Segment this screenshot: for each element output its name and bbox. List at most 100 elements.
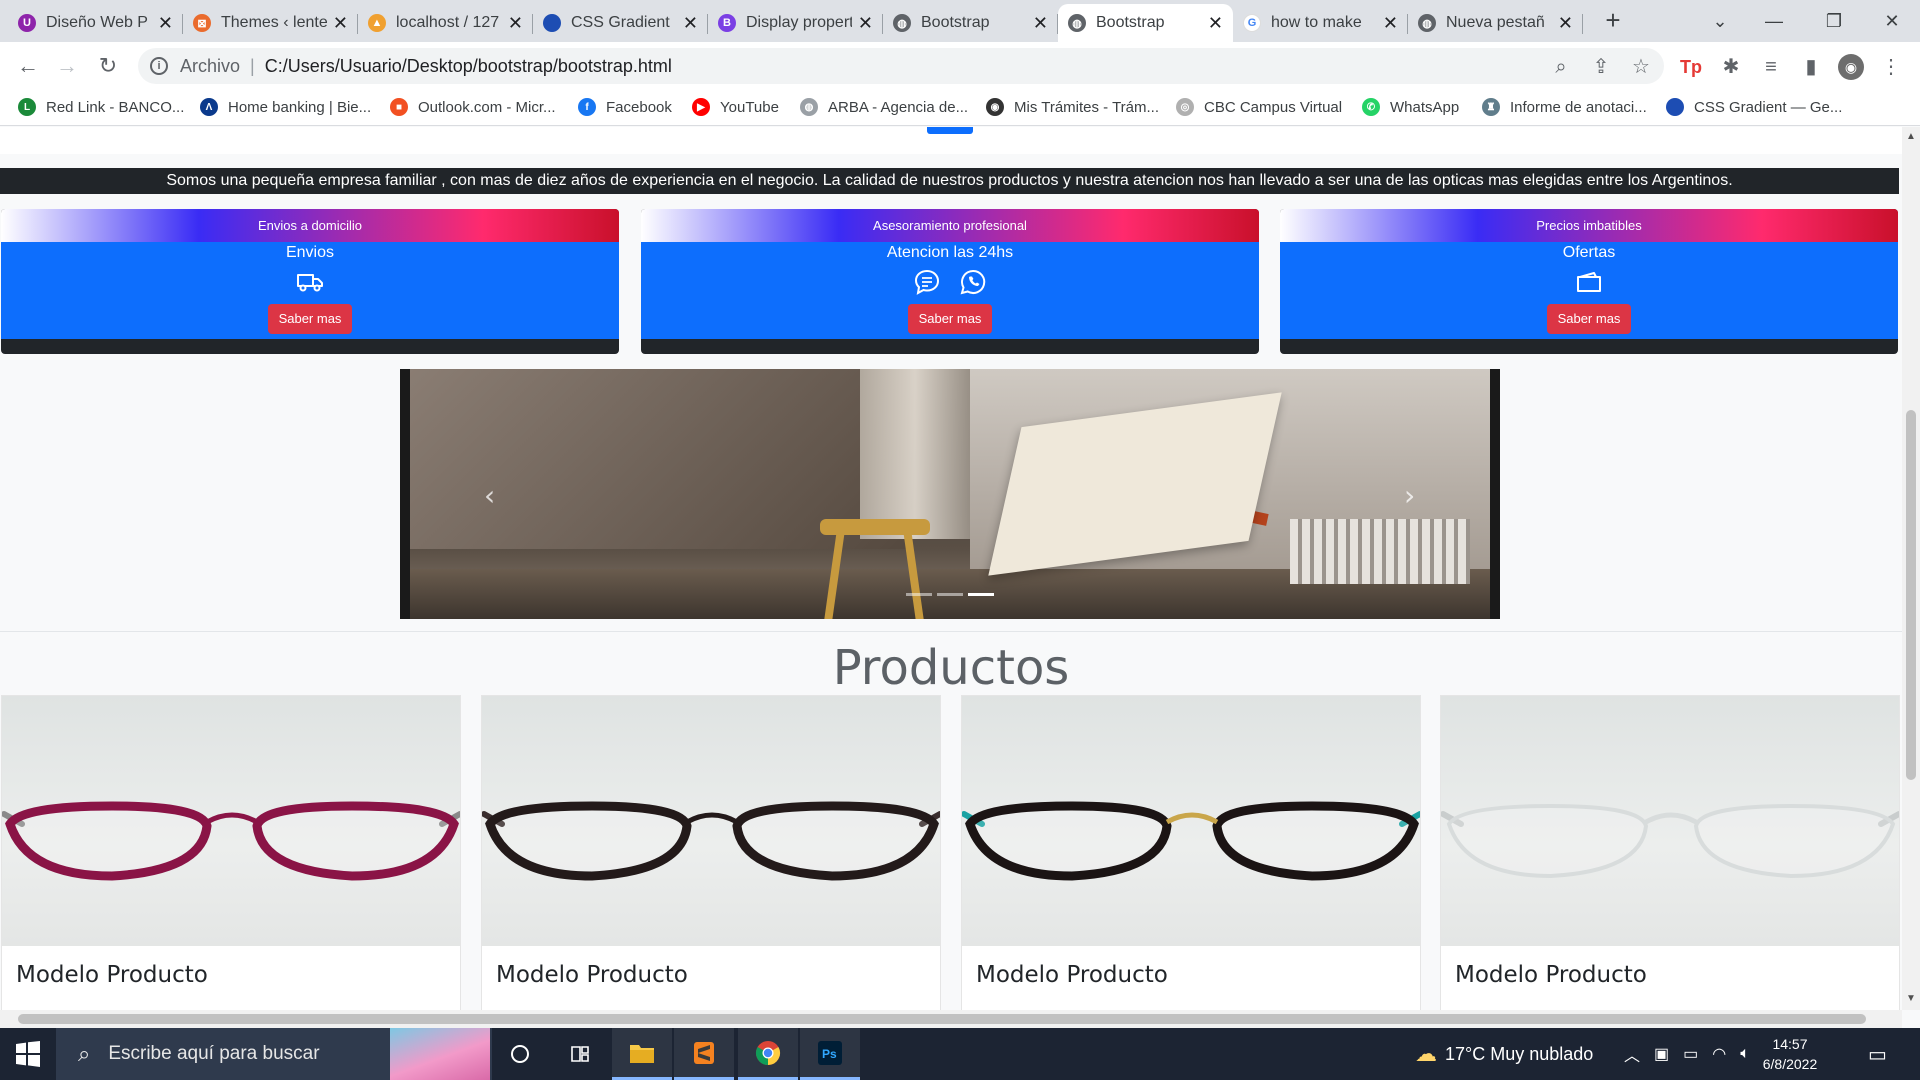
carousel-indicator-3[interactable] (968, 593, 994, 596)
tab-close-icon[interactable]: ✕ (158, 13, 173, 34)
clock[interactable]: 14:57 6/8/2022 (1745, 1034, 1835, 1074)
bookmark-item[interactable]: ◎ CBC Campus Virtual (1176, 98, 1342, 116)
horizontal-scrollbar[interactable] (0, 1010, 1902, 1028)
bookmark-item[interactable]: ▶ YouTube (692, 98, 779, 116)
tab-close-icon[interactable]: ✕ (1208, 13, 1223, 34)
saber-mas-button[interactable]: Saber mas (907, 304, 993, 334)
task-view-cortana-icon[interactable] (490, 1028, 550, 1080)
bookmark-item[interactable]: CSS Gradient — Ge... (1666, 98, 1842, 116)
card-title: Envios (285, 244, 335, 261)
wifi-icon[interactable]: ◠ (1712, 1044, 1726, 1064)
close-window-button[interactable]: ✕ (1862, 0, 1920, 42)
about-banner: Somos una pequeña empresa familiar , con… (0, 168, 1899, 194)
reload-button[interactable]: ↻ (94, 52, 122, 80)
browser-tab[interactable]: U Diseño Web P ✕ (8, 4, 183, 42)
browser-tab[interactable]: ⊠ Themes ‹ lente ✕ (183, 4, 358, 42)
profile-avatar[interactable]: ◉ (1838, 54, 1864, 80)
back-button[interactable]: ← (14, 52, 42, 80)
tab-close-icon[interactable]: ✕ (508, 13, 523, 34)
truck-icon (297, 274, 323, 292)
address-bar[interactable]: i Archivo | C:/Users/Usuario/Desktop/boo… (138, 48, 1664, 84)
scroll-thumb[interactable] (1906, 410, 1916, 780)
browser-tab[interactable]: Ghow to make ✕ (1233, 4, 1408, 42)
scroll-thumb[interactable] (18, 1014, 1866, 1024)
site-info-icon[interactable]: i (150, 57, 168, 75)
bookmark-item[interactable]: Λ Home banking | Bie... (200, 98, 371, 116)
bookmark-favicon-icon: ♜ (1482, 98, 1500, 116)
notifications-icon[interactable]: ▭ (1868, 1028, 1887, 1080)
scroll-up-arrow[interactable]: ▲ (1906, 131, 1916, 142)
tab-favicon-icon: ◍ (1068, 14, 1086, 32)
extensions-puzzle-icon[interactable]: ✱ (1718, 54, 1744, 80)
carousel-prev-button[interactable]: ‹ (484, 479, 495, 512)
chrome-icon[interactable] (738, 1028, 798, 1080)
tab-close-icon[interactable]: ✕ (1033, 13, 1048, 34)
browser-tab[interactable]: ◍ Nueva pestañ ✕ (1408, 4, 1583, 42)
scroll-down-arrow[interactable]: ▼ (1906, 993, 1916, 1004)
tab-close-icon[interactable]: ✕ (683, 13, 698, 34)
bookmark-item[interactable]: ■ Outlook.com - Micr... (390, 98, 556, 116)
chevron-up-icon[interactable]: ︿ (1624, 1042, 1640, 1066)
extension-tp-icon[interactable]: Tp (1678, 54, 1704, 80)
tab-search-icon[interactable]: ⌄ (1690, 0, 1750, 42)
product-card[interactable]: Modelo Producto (481, 695, 941, 1010)
bookmark-favicon-icon: ✆ (1362, 98, 1380, 116)
file-explorer-icon[interactable] (612, 1028, 672, 1080)
service-card-precios: Precios imbatibles Ofertas Saber mas (1280, 209, 1898, 354)
svg-text:Ps: Ps (822, 1047, 837, 1061)
windows-start-icon[interactable] (14, 1040, 42, 1068)
product-card[interactable]: Modelo Producto (961, 695, 1421, 1010)
battery-icon[interactable]: ▭ (1683, 1044, 1698, 1064)
bookmark-favicon-icon: ◎ (1176, 98, 1194, 116)
browser-tab[interactable]: B Display propert ✕ (708, 4, 883, 42)
vertical-scrollbar[interactable]: ▲ ▼ (1902, 127, 1920, 1010)
bookmark-favicon-icon (1666, 98, 1684, 116)
carousel-next-button[interactable]: › (1404, 479, 1415, 512)
bookmark-item[interactable]: ✆ WhatsApp (1362, 98, 1459, 116)
forward-button[interactable]: → (53, 52, 81, 80)
product-name: Modelo Producto (976, 962, 1168, 988)
minimize-button[interactable]: — (1744, 0, 1804, 42)
address-url[interactable]: C:/Users/Usuario/Desktop/bootstrap/boots… (265, 56, 672, 77)
bookmark-item[interactable]: L Red Link - BANCO... (18, 98, 184, 116)
tab-favicon-icon: ◍ (1418, 14, 1436, 32)
sublime-text-icon[interactable] (674, 1028, 734, 1080)
task-view-icon[interactable] (550, 1028, 610, 1080)
saber-mas-button[interactable]: Saber mas (267, 304, 353, 334)
browser-tab[interactable]: ◍ Bootstrap ✕ (883, 4, 1058, 42)
product-card[interactable]: Modelo Producto (1, 695, 461, 1010)
page-viewport: Somos una pequeña empresa familiar , con… (0, 127, 1902, 1010)
photoshop-icon[interactable]: Ps (800, 1028, 860, 1080)
browser-tab[interactable]: ◍ Bootstrap ✕ (1058, 4, 1233, 42)
taskbar-search[interactable]: ⌕ Escribe aquí para buscar (56, 1028, 492, 1080)
bookmark-favicon-icon: ◍ (800, 98, 818, 116)
bookmark-star-icon[interactable]: ☆ (1628, 54, 1654, 80)
menu-kebab-icon[interactable]: ⋮ (1878, 54, 1904, 80)
reading-list-icon[interactable]: ≡ (1758, 54, 1784, 80)
bookmark-item[interactable]: f Facebook (578, 98, 672, 116)
tab-close-icon[interactable]: ✕ (1383, 13, 1398, 34)
share-icon[interactable]: ⇪ (1588, 54, 1614, 80)
restore-button[interactable]: ❐ (1804, 0, 1864, 42)
side-panel-icon[interactable]: ▮ (1798, 54, 1824, 80)
tab-close-icon[interactable]: ✕ (1558, 13, 1573, 34)
product-card[interactable]: Modelo Producto (1440, 695, 1900, 1010)
bookmark-item[interactable]: ◉ Mis Trámites - Trám... (986, 98, 1159, 116)
bookmark-item[interactable]: ◍ ARBA - Agencia de... (800, 98, 968, 116)
tab-close-icon[interactable]: ✕ (333, 13, 348, 34)
service-card-envios: Envios a domicilio Envios Saber mas (1, 209, 619, 354)
tab-title: how to make (1271, 14, 1362, 31)
carousel-indicator-1[interactable] (906, 593, 932, 596)
browser-tab[interactable]: ▲ localhost / 127 ✕ (358, 4, 533, 42)
zoom-icon[interactable]: ⌕ (1548, 54, 1574, 80)
carousel-indicator-2[interactable] (937, 593, 963, 596)
saber-mas-button[interactable]: Saber mas (1546, 304, 1632, 334)
product-name: Modelo Producto (16, 962, 208, 988)
meet-now-icon[interactable]: ▣ (1654, 1044, 1669, 1064)
bookmark-item[interactable]: ♜ Informe de anotaci... (1482, 98, 1647, 116)
tab-close-icon[interactable]: ✕ (858, 13, 873, 34)
chat-icon (914, 269, 940, 295)
new-tab-button[interactable]: + (1598, 6, 1628, 36)
browser-tab[interactable]: CSS Gradient ✕ (533, 4, 708, 42)
weather-widget[interactable]: ☁ 17°C Muy nublado (1415, 1028, 1593, 1080)
